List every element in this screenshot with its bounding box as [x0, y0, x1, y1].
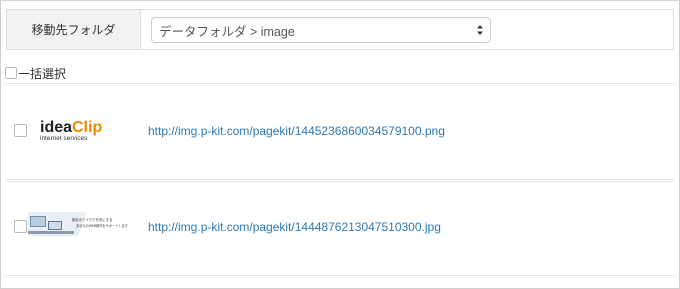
- destination-folder-value: データフォルダ > image: [159, 24, 295, 39]
- web-production-banner-thumbnail: 御社のアイデアを形にする あなたのWEB制作をサポートします: [28, 212, 128, 236]
- logo-brand-left: idea: [40, 119, 72, 136]
- image-list-item: idea Clip internet services http://img.p…: [6, 83, 674, 180]
- banner-line-1: 御社のアイデアを形にする: [72, 217, 113, 222]
- select-arrows-icon: [477, 25, 483, 35]
- select-all-checkbox[interactable]: [5, 67, 17, 79]
- destination-folder-row: 移動先フォルダ データフォルダ > image: [6, 9, 674, 50]
- item-checkbox[interactable]: [14, 220, 27, 233]
- logo-brand-right: Clip: [72, 119, 102, 136]
- logo-tagline: internet services: [40, 135, 88, 142]
- ideaclip-logo-thumbnail: idea Clip internet services: [40, 119, 102, 142]
- image-url-link[interactable]: http://img.p-kit.com/pagekit/14452368600…: [148, 124, 445, 138]
- select-all-row[interactable]: 一括選択: [5, 65, 66, 81]
- destination-folder-label: 移動先フォルダ: [7, 10, 141, 49]
- banner-line-2: あなたのWEB制作をサポートします: [76, 223, 128, 228]
- select-all-label: 一括選択: [18, 66, 67, 81]
- image-list-item: 御社のアイデアを形にする あなたのWEB制作をサポートします http://im…: [6, 181, 674, 276]
- item-checkbox[interactable]: [14, 124, 27, 137]
- image-url-link[interactable]: http://img.p-kit.com/pagekit/14448762130…: [148, 220, 441, 234]
- destination-folder-select[interactable]: データフォルダ > image: [151, 17, 491, 43]
